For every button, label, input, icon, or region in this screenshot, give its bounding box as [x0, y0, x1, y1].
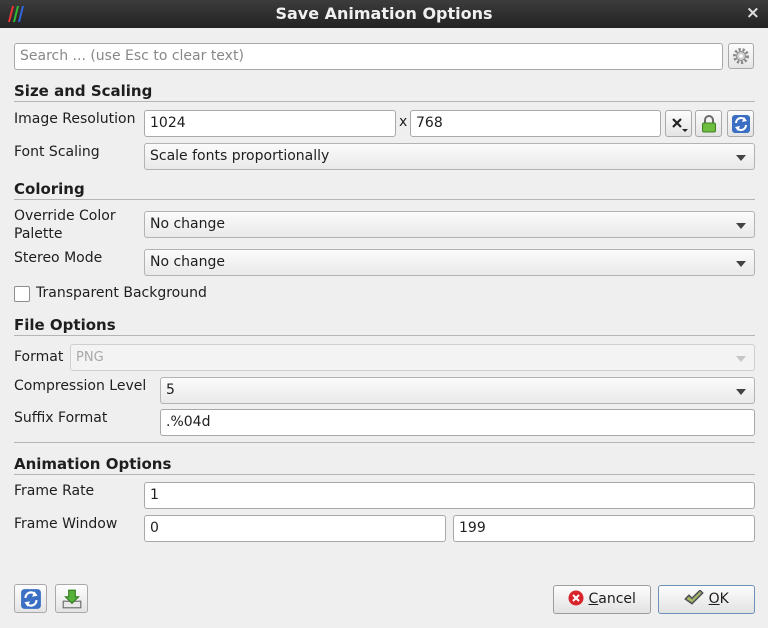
stereo-mode-select[interactable]: No change: [144, 249, 755, 276]
refresh-icon: [21, 589, 41, 609]
divider: [14, 442, 755, 443]
section-coloring: Coloring: [14, 180, 755, 200]
stereo-mode-value: No change: [150, 254, 226, 270]
ok-check-icon: [684, 589, 704, 605]
section-size-scaling: Size and Scaling: [14, 82, 755, 102]
settings-button[interactable]: [728, 43, 754, 69]
compression-level-select[interactable]: 5: [160, 377, 755, 404]
cancel-label: Cancel: [588, 591, 636, 607]
clear-resolution-button[interactable]: [665, 110, 692, 137]
frame-window-end-value: 199: [459, 520, 486, 536]
chevron-down-icon: [736, 261, 746, 267]
save-download-icon: [62, 589, 82, 609]
window-title: Save Animation Options: [275, 4, 493, 23]
format-select: PNG: [70, 344, 755, 371]
ok-label: OK: [708, 591, 729, 607]
resolution-width-value: 1024: [150, 115, 186, 131]
section-animation-options: Animation Options: [14, 455, 755, 475]
frame-window-start-value: 0: [150, 520, 159, 536]
title-bar: Save Animation Options ×: [0, 0, 768, 28]
font-scaling-label: Font Scaling: [14, 144, 100, 160]
override-palette-label: Override Color Palette: [14, 207, 116, 243]
font-scaling-value: Scale fonts proportionally: [150, 148, 330, 164]
chevron-down-icon: [736, 356, 746, 362]
format-label: Format: [14, 349, 64, 365]
reset-defaults-button[interactable]: [14, 584, 47, 613]
suffix-format-input[interactable]: .%04d: [160, 409, 755, 436]
transparent-background-checkbox[interactable]: [14, 286, 30, 302]
search-placeholder: Search ... (use Esc to clear text): [20, 48, 244, 64]
chevron-down-icon: [736, 389, 746, 395]
frame-rate-label: Frame Rate: [14, 483, 95, 499]
frame-rate-value: 1: [150, 487, 159, 503]
suffix-format-value: .%04d: [166, 414, 211, 430]
cancel-icon: [568, 590, 584, 606]
save-defaults-button[interactable]: [55, 584, 88, 613]
cancel-button[interactable]: Cancel: [553, 585, 651, 614]
compression-level-value: 5: [166, 382, 175, 398]
gear-icon: [733, 48, 749, 64]
suffix-format-label: Suffix Format: [14, 410, 108, 426]
frame-window-end-input[interactable]: 199: [453, 515, 755, 542]
image-resolution-label: Image Resolution: [14, 111, 136, 127]
override-palette-select[interactable]: No change: [144, 211, 755, 238]
chevron-down-icon: [736, 155, 746, 161]
font-scaling-select[interactable]: Scale fonts proportionally: [144, 143, 755, 170]
override-palette-value: No change: [150, 216, 226, 232]
section-file-options: File Options: [14, 316, 755, 336]
lock-aspect-button[interactable]: [695, 110, 722, 137]
search-input[interactable]: Search ... (use Esc to clear text): [14, 43, 723, 70]
resolution-height-value: 768: [416, 115, 443, 131]
resolution-width-input[interactable]: 1024: [144, 110, 396, 137]
override-palette-label-line2: Palette: [14, 226, 63, 242]
transparent-background-label[interactable]: Transparent Background: [36, 285, 207, 301]
frame-rate-input[interactable]: 1: [144, 482, 755, 509]
compression-level-label: Compression Level: [14, 378, 147, 394]
frame-window-label: Frame Window: [14, 516, 118, 532]
chevron-down-icon: [736, 223, 746, 229]
clear-dropdown-icon: [672, 118, 688, 132]
resolution-height-input[interactable]: 768: [410, 110, 661, 137]
frame-window-start-input[interactable]: 0: [144, 515, 446, 542]
stereo-mode-label: Stereo Mode: [14, 250, 103, 266]
ok-button[interactable]: OK: [658, 585, 755, 614]
format-value: PNG: [76, 350, 104, 365]
lock-icon: [702, 115, 716, 133]
override-palette-label-line1: Override Color: [14, 208, 116, 224]
refresh-icon: [732, 115, 750, 133]
close-icon[interactable]: ×: [746, 3, 760, 23]
resolution-separator: x: [399, 114, 408, 130]
reset-resolution-button[interactable]: [727, 110, 754, 137]
